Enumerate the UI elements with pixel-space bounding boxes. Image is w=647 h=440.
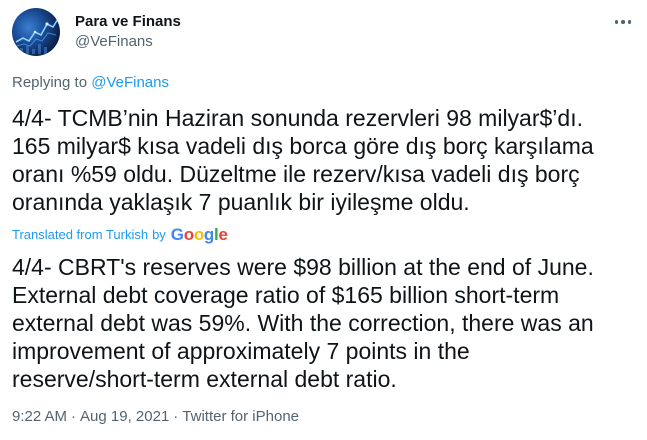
tweet-source: Twitter for iPhone bbox=[182, 408, 300, 425]
replying-handle-link[interactable]: @VeFinans bbox=[91, 74, 169, 91]
avatar[interactable] bbox=[12, 8, 60, 56]
tweet-metadata: 9:22 AM · Aug 19, 2021 · Twitter for iPhone bbox=[12, 407, 299, 427]
replying-to: Replying to @VeFinans bbox=[12, 73, 169, 93]
google-logo: Google bbox=[170, 225, 228, 244]
finance-chart-avatar-icon bbox=[15, 18, 59, 54]
display-name[interactable]: Para ve Finans bbox=[75, 12, 181, 32]
meta-separator: · bbox=[173, 408, 179, 425]
more-options-icon[interactable] bbox=[611, 12, 635, 32]
google-letter: o bbox=[193, 225, 204, 244]
meta-separator: · bbox=[71, 408, 77, 425]
tweet-card: Para ve Finans @VeFinans Replying to @Ve… bbox=[0, 0, 647, 440]
tweet-text: 4/4- TCMB’nin Haziran sonunda rezervleri… bbox=[12, 105, 594, 215]
author-info[interactable]: Para ve Finans @VeFinans bbox=[75, 12, 181, 52]
user-handle[interactable]: @VeFinans bbox=[75, 32, 181, 52]
translation-attribution[interactable]: Translated from Turkish by Google bbox=[12, 225, 228, 244]
google-letter: o bbox=[183, 225, 194, 244]
google-letter: g bbox=[203, 225, 215, 244]
translated-label[interactable]: Translated from Turkish bbox=[12, 227, 148, 243]
tweet-date[interactable]: Aug 19, 2021 bbox=[80, 408, 169, 425]
dot bbox=[614, 20, 619, 24]
google-letter: G bbox=[170, 225, 184, 244]
google-letter: e bbox=[218, 225, 228, 244]
dot bbox=[627, 20, 632, 24]
replying-prefix: Replying to bbox=[12, 74, 92, 91]
dot bbox=[621, 20, 625, 24]
translated-by: by bbox=[152, 227, 166, 242]
tweet-time[interactable]: 9:22 AM bbox=[12, 408, 67, 425]
translated-text: 4/4- CBRT's reserves were $98 billion at… bbox=[12, 254, 594, 392]
